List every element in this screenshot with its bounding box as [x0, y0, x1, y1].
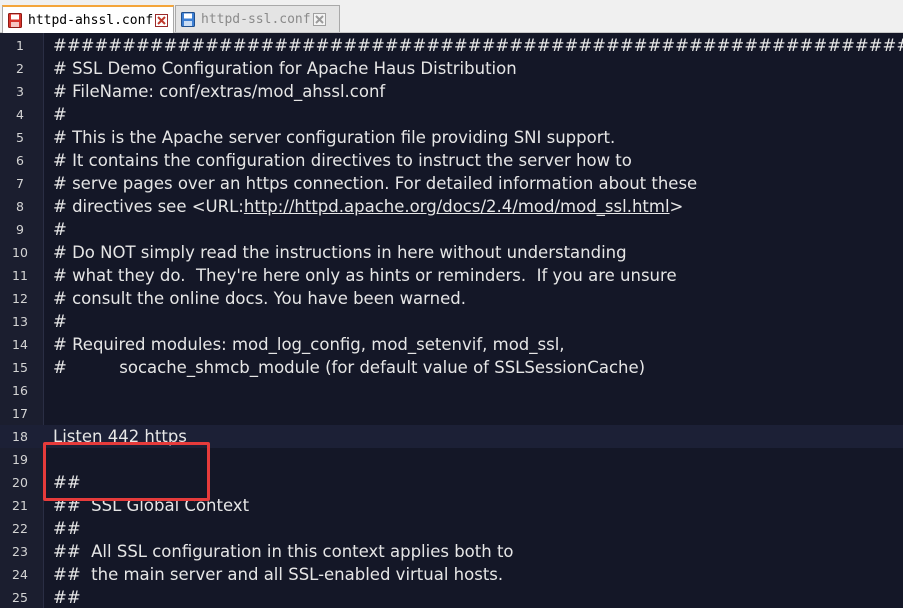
line-number: 6 — [16, 153, 24, 168]
line-number: 3 — [16, 84, 24, 99]
tab-httpd-ahssl[interactable]: httpd-ahssl.conf — [2, 5, 174, 33]
line-number: 19 — [12, 452, 28, 467]
code-line[interactable]: 14 # Required modules: mod_log_config, m… — [0, 333, 903, 356]
code-line[interactable]: 16 — [0, 379, 903, 402]
line-text: # serve pages over an https connection. … — [53, 174, 698, 193]
tab-bar: httpd-ahssl.conf httpd-ssl.conf — [0, 0, 903, 33]
code-line[interactable]: 9 # — [0, 218, 903, 241]
line-text: # what they do. They're here only as hin… — [53, 266, 677, 285]
line-text: Listen 442 https — [53, 427, 187, 446]
line-number: 25 — [12, 590, 28, 605]
code-line[interactable]: 4 # — [0, 103, 903, 126]
line-number: 22 — [12, 521, 28, 536]
code-line[interactable]: 21 ## SSL Global Context — [0, 494, 903, 517]
docs-url-link[interactable]: http://httpd.apache.org/docs/2.4/mod/mod… — [244, 197, 670, 216]
code-line[interactable]: 1 ######################################… — [0, 34, 903, 57]
line-number: 11 — [12, 268, 28, 283]
line-text: # It contains the configuration directiv… — [53, 151, 632, 170]
line-number: 7 — [16, 176, 24, 191]
line-text: ## SSL Global Context — [53, 496, 250, 515]
code-editor[interactable]: 1 ######################################… — [0, 33, 903, 608]
line-text: # Do NOT simply read the instructions in… — [53, 243, 627, 262]
line-text: # consult the online docs. You have been… — [53, 289, 466, 308]
code-line[interactable]: 12 # consult the online docs. You have b… — [0, 287, 903, 310]
code-line[interactable]: 11 # what they do. They're here only as … — [0, 264, 903, 287]
line-number: 14 — [12, 337, 28, 352]
line-text: ## — [53, 519, 81, 538]
line-text: ## the main server and all SSL-enabled v… — [53, 565, 504, 584]
line-text: # — [53, 312, 67, 331]
line-text-suffix: > — [669, 197, 684, 216]
code-line[interactable]: 3 # FileName: conf/extras/mod_ahssl.conf — [0, 80, 903, 103]
line-number: 4 — [16, 107, 24, 122]
line-text: # — [53, 105, 67, 124]
code-line[interactable]: 2 # SSL Demo Configuration for Apache Ha… — [0, 57, 903, 80]
close-icon[interactable] — [155, 13, 169, 27]
code-line[interactable]: 13 # — [0, 310, 903, 333]
code-line[interactable]: 23 ## All SSL configuration in this cont… — [0, 540, 903, 563]
code-line[interactable]: 15 # socache_shmcb_module (for default v… — [0, 356, 903, 379]
line-number: 2 — [16, 61, 24, 76]
code-line[interactable]: 6 # It contains the configuration direct… — [0, 149, 903, 172]
line-text: ########################################… — [53, 36, 903, 55]
current-code-line[interactable]: 18 Listen 442 https — [0, 425, 903, 448]
line-text: # SSL Demo Configuration for Apache Haus… — [53, 59, 517, 78]
line-number: 10 — [12, 245, 28, 260]
code-line[interactable]: 24 ## the main server and all SSL-enable… — [0, 563, 903, 586]
blue-save-icon — [181, 11, 195, 27]
line-number: 18 — [12, 429, 28, 444]
line-text: # FileName: conf/extras/mod_ahssl.conf — [53, 82, 386, 101]
tab-label: httpd-ahssl.conf — [28, 12, 154, 28]
line-text: # socache_shmcb_module (for default valu… — [53, 358, 646, 377]
line-number: 13 — [12, 314, 28, 329]
line-number: 16 — [12, 383, 28, 398]
line-number: 17 — [12, 406, 28, 421]
tab-label: httpd-ssl.conf — [201, 11, 311, 27]
code-line[interactable]: 20 ## — [0, 471, 903, 494]
close-icon[interactable] — [312, 12, 326, 26]
line-number: 5 — [16, 130, 24, 145]
red-save-icon — [8, 12, 22, 28]
code-line[interactable]: 8 # directives see <URL:http://httpd.apa… — [0, 195, 903, 218]
code-line[interactable]: 7 # serve pages over an https connection… — [0, 172, 903, 195]
line-text: # Required modules: mod_log_config, mod_… — [53, 335, 565, 354]
code-line[interactable]: 19 — [0, 448, 903, 471]
code-line[interactable]: 25 ## — [0, 586, 903, 608]
line-number: 21 — [12, 498, 28, 513]
line-text: # directives see <URL:http://httpd.apach… — [53, 195, 683, 218]
line-text: # This is the Apache server configuratio… — [53, 128, 616, 147]
code-line[interactable]: 17 — [0, 402, 903, 425]
line-text-prefix: # directives see <URL: — [53, 197, 244, 216]
line-number: 24 — [12, 567, 28, 582]
code-line[interactable]: 22 ## — [0, 517, 903, 540]
line-number: 1 — [16, 38, 24, 53]
line-number: 8 — [16, 199, 24, 214]
line-text: ## All SSL configuration in this context… — [53, 542, 514, 561]
line-number: 23 — [12, 544, 28, 559]
line-text: # — [53, 220, 67, 239]
code-line[interactable]: 10 # Do NOT simply read the instructions… — [0, 241, 903, 264]
line-number: 20 — [12, 475, 28, 490]
code-line[interactable]: 5 # This is the Apache server configurat… — [0, 126, 903, 149]
line-number: 15 — [12, 360, 28, 375]
line-number: 9 — [16, 222, 24, 237]
line-number: 12 — [12, 291, 28, 306]
line-text: ## — [53, 473, 81, 492]
tab-httpd-ssl[interactable]: httpd-ssl.conf — [175, 5, 340, 32]
line-text: ## — [53, 588, 81, 607]
